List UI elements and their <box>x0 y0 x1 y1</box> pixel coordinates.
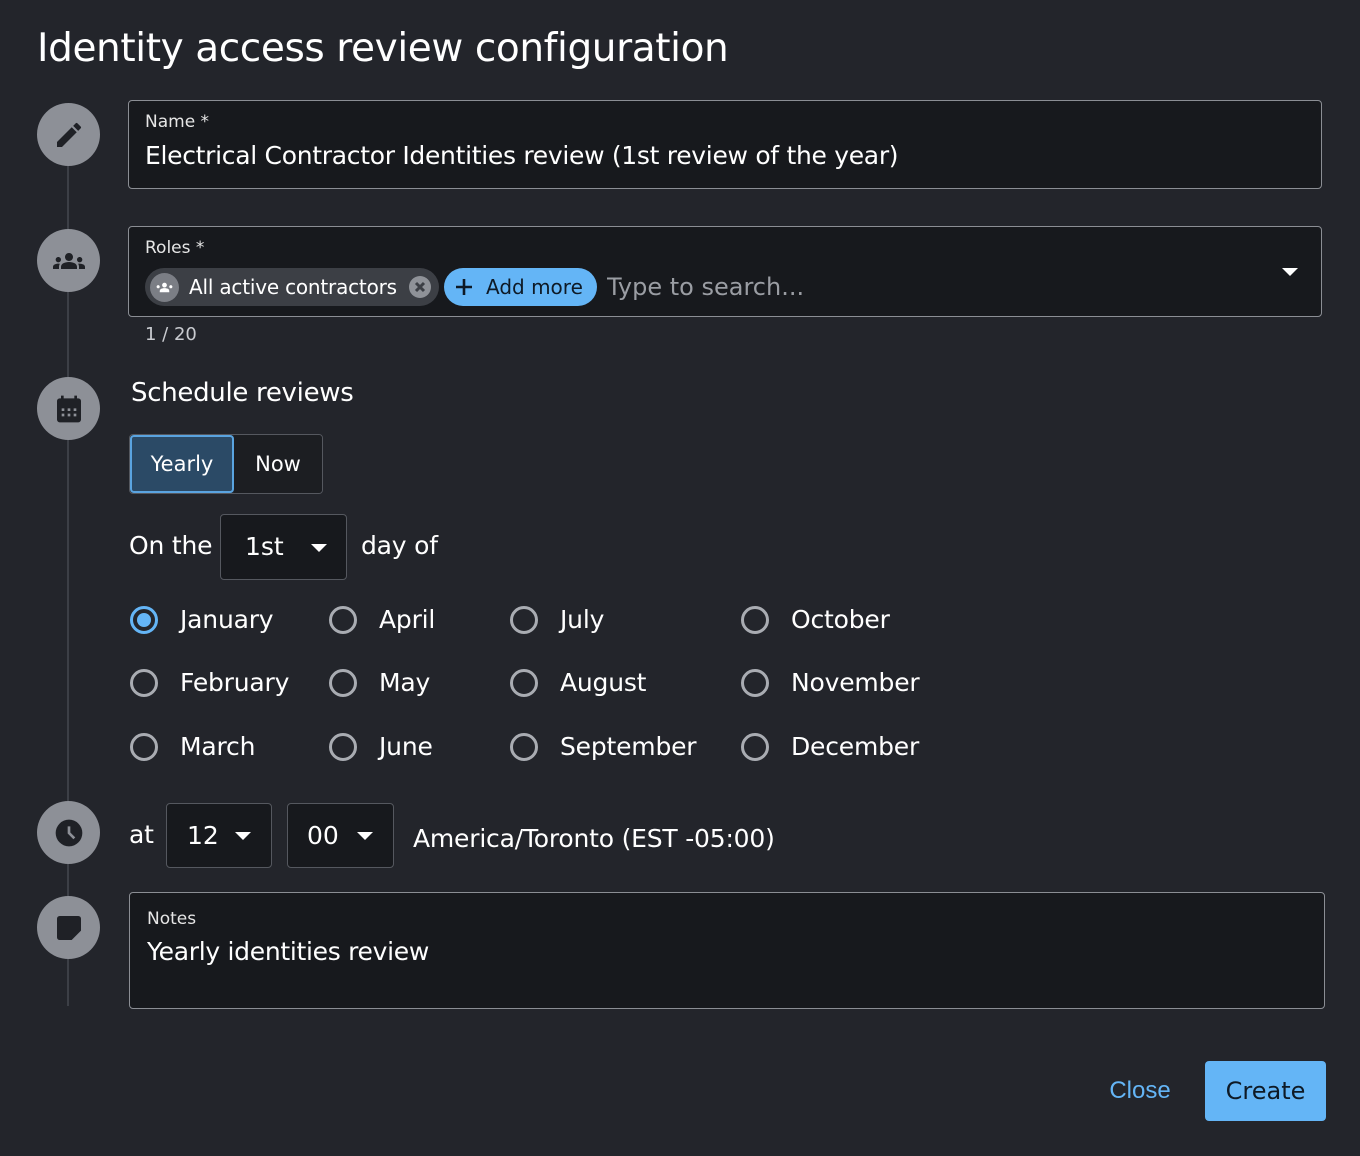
radio-button[interactable] <box>130 668 158 697</box>
roles-helper-count: 1 / 20 <box>145 324 197 345</box>
month-label: July <box>560 605 605 634</box>
toggle-now-button[interactable]: Now <box>234 435 322 493</box>
notes-field[interactable]: Notes Yearly identities review <box>129 892 1325 1009</box>
radio-button[interactable] <box>741 605 769 634</box>
month-label: May <box>379 668 431 697</box>
add-more-label: Add more <box>486 275 583 299</box>
toggle-yearly-button[interactable]: Yearly <box>130 435 234 493</box>
roles-search-input[interactable] <box>607 268 1247 306</box>
month-radio-june[interactable]: June <box>329 732 433 761</box>
month-radio-december[interactable]: December <box>741 732 919 761</box>
name-field-value[interactable]: Electrical Contractor Identities review … <box>145 141 899 170</box>
roles-field-label: Roles * <box>145 238 205 258</box>
day-select[interactable]: 1st <box>220 514 347 580</box>
day-prefix-text: On the <box>129 531 213 560</box>
chevron-down-icon <box>311 544 327 552</box>
month-radio-april[interactable]: April <box>329 605 435 634</box>
month-label: June <box>379 732 433 761</box>
month-label: April <box>379 605 436 634</box>
month-radio-november[interactable]: November <box>741 668 920 697</box>
hour-select-value: 12 <box>187 821 219 850</box>
minute-select[interactable]: 00 <box>287 803 394 868</box>
close-button[interactable]: Close <box>1096 1063 1184 1119</box>
chevron-down-icon <box>235 832 251 840</box>
role-chip-label: All active contractors <box>189 275 397 299</box>
month-label: November <box>791 668 920 697</box>
month-radio-august[interactable]: August <box>510 668 646 697</box>
note-icon <box>37 896 100 959</box>
add-more-button[interactable]: Add more <box>444 268 597 306</box>
month-radio-february[interactable]: February <box>130 668 289 697</box>
group-icon <box>150 272 179 302</box>
month-radio-october[interactable]: October <box>741 605 890 634</box>
name-field[interactable]: Name * Electrical Contractor Identities … <box>128 100 1322 189</box>
month-label: December <box>791 732 920 761</box>
month-label: January <box>180 605 274 634</box>
day-suffix-text: day of <box>361 531 438 560</box>
radio-button[interactable] <box>329 605 357 634</box>
radio-button[interactable] <box>130 605 158 634</box>
month-radio-may[interactable]: May <box>329 668 430 697</box>
plus-icon <box>456 279 472 295</box>
create-button[interactable]: Create <box>1205 1061 1326 1121</box>
radio-button[interactable] <box>741 668 769 697</box>
radio-button[interactable] <box>130 732 158 761</box>
group-icon <box>37 229 100 292</box>
roles-dropdown-caret-icon[interactable] <box>1282 268 1298 276</box>
calendar-icon <box>37 377 100 440</box>
month-label: March <box>180 732 256 761</box>
schedule-heading: Schedule reviews <box>131 378 354 408</box>
roles-field[interactable]: Roles * All active contractors Add more <box>128 226 1322 317</box>
minute-select-value: 00 <box>307 821 339 850</box>
month-radio-july[interactable]: July <box>510 605 604 634</box>
role-chip[interactable]: All active contractors <box>145 268 439 306</box>
radio-button[interactable] <box>510 668 538 697</box>
month-label: September <box>560 732 697 761</box>
chevron-down-icon <box>357 832 373 840</box>
timezone-text: America/Toronto (EST -05:00) <box>413 824 775 853</box>
month-radio-september[interactable]: September <box>510 732 697 761</box>
month-label: August <box>560 668 647 697</box>
radio-button[interactable] <box>741 732 769 761</box>
notes-field-value[interactable]: Yearly identities review <box>147 937 429 966</box>
radio-button[interactable] <box>329 668 357 697</box>
hour-select[interactable]: 12 <box>166 803 272 868</box>
clock-icon <box>37 801 100 864</box>
pencil-icon <box>37 103 100 166</box>
name-field-label: Name * <box>145 112 210 132</box>
radio-button[interactable] <box>329 732 357 761</box>
month-radio-january[interactable]: January <box>130 605 274 634</box>
dialog-title: Identity access review configuration <box>37 26 729 71</box>
month-label: February <box>180 668 290 697</box>
radio-button[interactable] <box>510 605 538 634</box>
remove-chip-icon[interactable] <box>408 276 431 298</box>
radio-button[interactable] <box>510 732 538 761</box>
schedule-toggle-group: Yearly Now <box>129 434 323 494</box>
notes-field-label: Notes <box>147 909 197 929</box>
month-radio-march[interactable]: March <box>130 732 255 761</box>
month-label: October <box>791 605 890 634</box>
day-select-value: 1st <box>245 532 284 561</box>
time-prefix-text: at <box>129 820 154 849</box>
